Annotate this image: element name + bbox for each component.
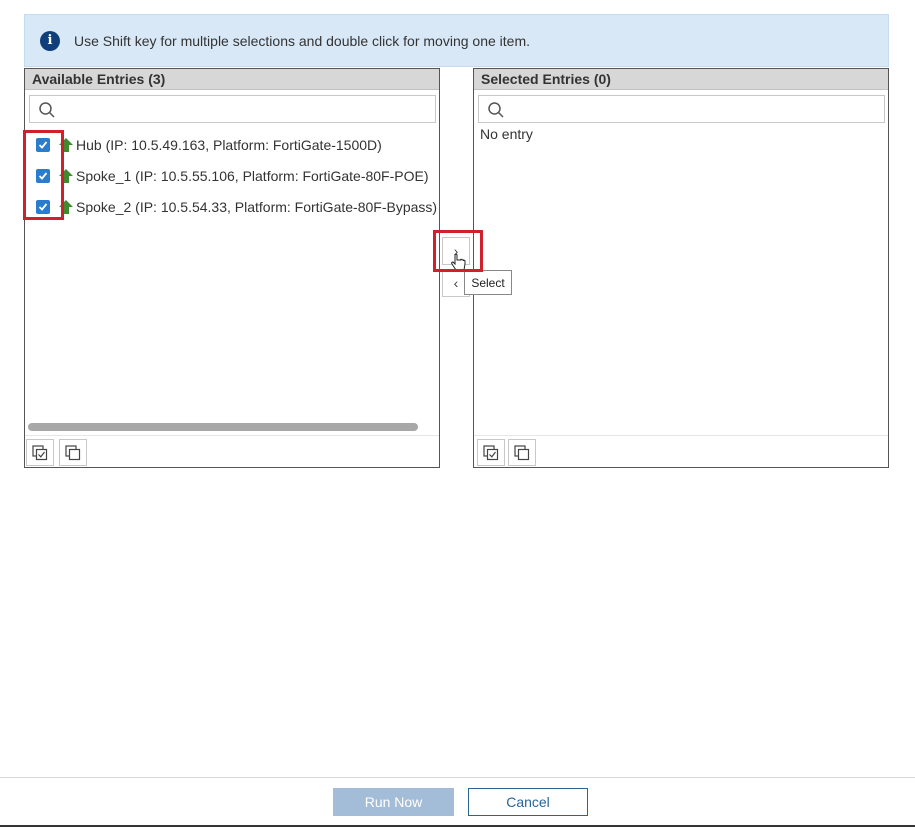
selected-entries-header: Selected Entries (0) (474, 69, 888, 90)
dialog-footer (0, 777, 915, 827)
deselect-all-icon (514, 444, 530, 460)
available-entry-list: Hub (IP: 10.5.49.163, Platform: FortiGat… (25, 129, 439, 222)
entry-label: Spoke_2 (IP: 10.5.54.33, Platform: Forti… (76, 198, 438, 215)
selected-search-input[interactable] (478, 95, 885, 123)
select-tooltip: Select (464, 270, 512, 295)
horizontal-scrollbar[interactable] (28, 423, 418, 431)
selected-panel-toolbar (474, 435, 888, 467)
entry-label: Hub (IP: 10.5.49.163, Platform: FortiGat… (76, 136, 382, 153)
empty-list-message: No entry (480, 126, 533, 142)
select-all-icon (483, 444, 499, 460)
info-icon: i (40, 30, 60, 51)
up-arrow-icon (59, 137, 73, 152)
select-all-button[interactable] (477, 439, 505, 466)
deselect-all-button[interactable] (508, 439, 536, 466)
up-arrow-icon (59, 199, 73, 214)
available-search-input[interactable] (29, 95, 436, 123)
select-all-icon (32, 444, 48, 460)
cancel-button[interactable]: Cancel (468, 788, 588, 816)
search-icon (39, 102, 55, 118)
list-item[interactable]: Hub (IP: 10.5.49.163, Platform: FortiGat… (25, 129, 439, 160)
chevron-left-icon: ‹ (453, 275, 459, 291)
list-item[interactable]: Spoke_1 (IP: 10.5.55.106, Platform: Fort… (25, 160, 439, 191)
select-all-button[interactable] (26, 439, 54, 466)
info-text: Use Shift key for multiple selections an… (74, 32, 530, 49)
search-icon (488, 102, 504, 118)
available-panel-toolbar (25, 435, 439, 467)
deselect-all-button[interactable] (59, 439, 87, 466)
checkbox-checked[interactable] (36, 199, 50, 214)
info-banner: i Use Shift key for multiple selections … (24, 14, 889, 67)
deselect-all-icon (65, 444, 81, 460)
available-entries-panel: Available Entries (3) Hub (IP: 10.5.49.1… (24, 68, 440, 468)
entry-label: Spoke_1 (IP: 10.5.55.106, Platform: Fort… (76, 167, 429, 184)
run-now-button[interactable]: Run Now (333, 788, 454, 816)
checkbox-checked[interactable] (36, 137, 50, 152)
up-arrow-icon (59, 168, 73, 183)
selected-entries-panel: Selected Entries (0) No entry (473, 68, 889, 468)
available-entries-header: Available Entries (3) (25, 69, 439, 90)
checkbox-checked[interactable] (36, 168, 50, 183)
hand-cursor-icon (451, 253, 466, 271)
list-item[interactable]: Spoke_2 (IP: 10.5.54.33, Platform: Forti… (25, 191, 439, 222)
